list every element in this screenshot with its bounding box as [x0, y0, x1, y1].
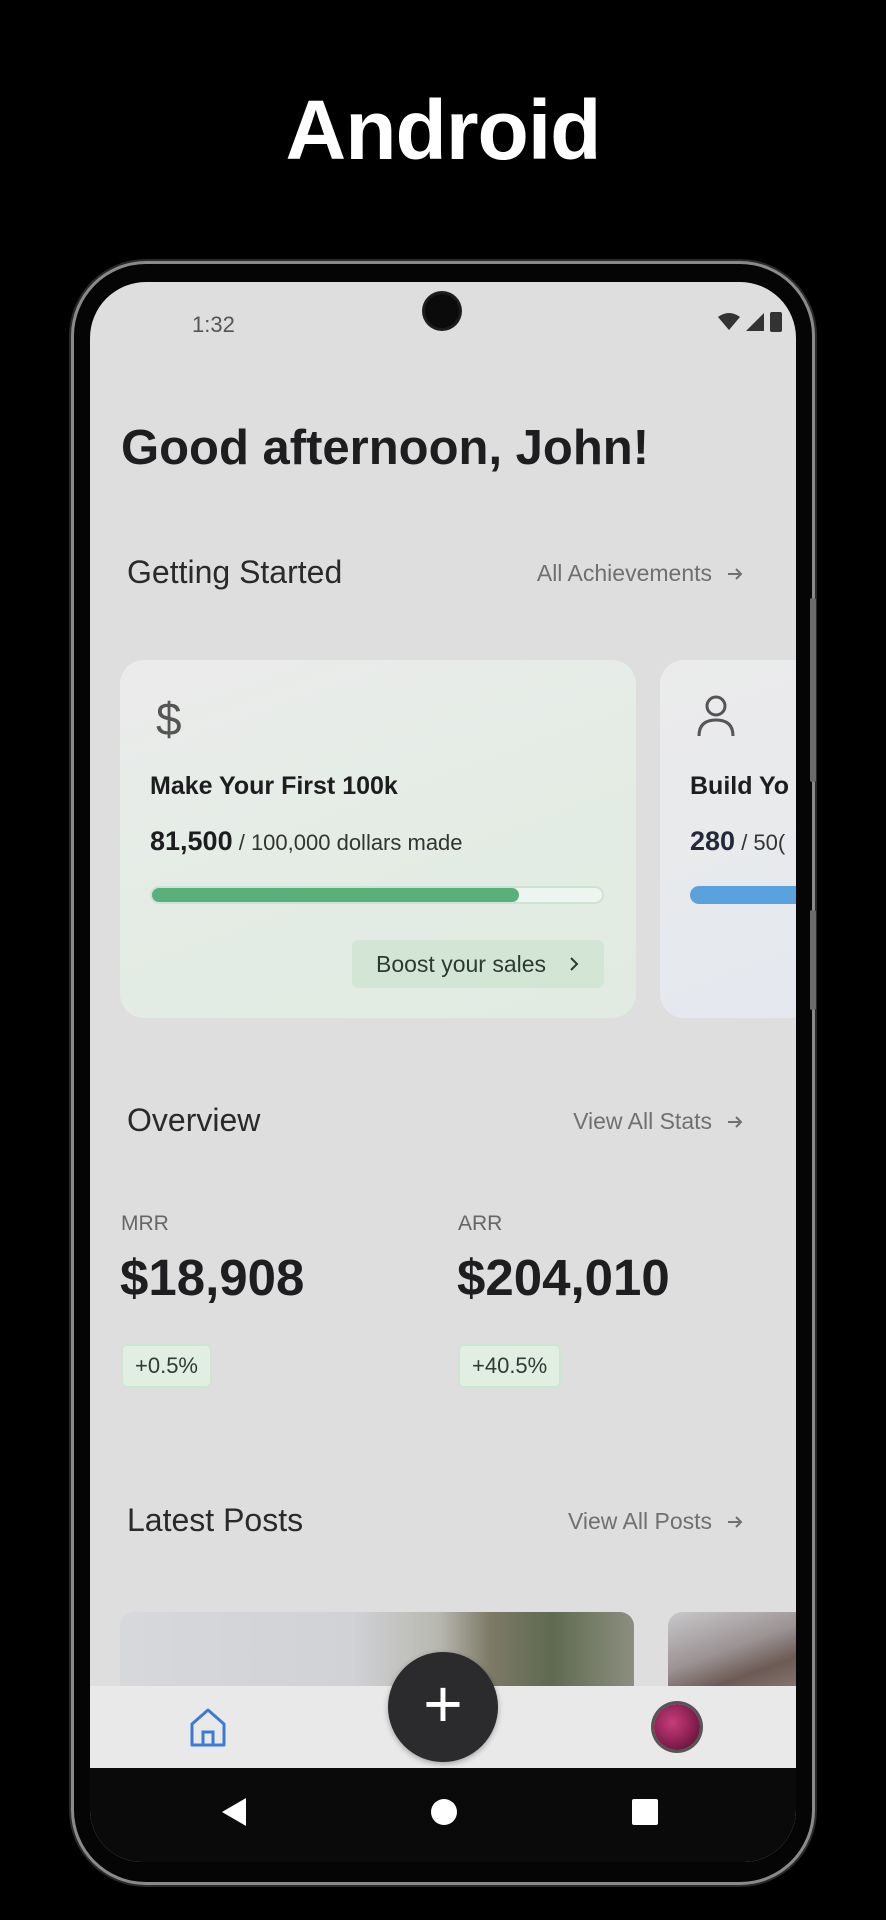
- power-button: [810, 598, 816, 782]
- phone-screen: 1:32 Good afternoon, John! Getting Start…: [90, 282, 796, 1862]
- progress-fill: [152, 888, 519, 902]
- arrow-right-icon: [728, 1115, 743, 1128]
- battery-icon: [770, 312, 782, 332]
- boost-sales-label: Boost your sales: [375, 950, 547, 977]
- achievement-progress-bar: [150, 886, 604, 904]
- back-icon[interactable]: [222, 1798, 246, 1826]
- post-thumbnail[interactable]: [120, 1612, 634, 1692]
- post-thumbnail[interactable]: [668, 1612, 796, 1692]
- achievement-current: 81,500: [150, 826, 233, 856]
- banner-title: Android: [285, 83, 602, 177]
- mrr-label: MRR: [121, 1212, 169, 1235]
- achievement-progress-text: 280 / 50(: [690, 826, 785, 857]
- achievement-progress-text: 81,500 / 100,000 dollars made: [150, 826, 463, 857]
- achievement-title: Make Your First 100k: [150, 772, 398, 800]
- home-circle-icon[interactable]: [431, 1799, 457, 1825]
- achievement-progress-bar: [690, 886, 796, 904]
- achievement-card[interactable]: $ Make Your First 100k 81,500 / 100,000 …: [120, 660, 636, 1018]
- view-all-stats-label: View All Stats: [573, 1108, 712, 1134]
- add-button[interactable]: +: [388, 1652, 498, 1762]
- add-icon: +: [423, 1666, 463, 1742]
- cellular-icon: [746, 313, 764, 331]
- avatar[interactable]: [654, 1704, 700, 1750]
- arr-change-badge: +40.5%: [458, 1344, 562, 1388]
- home-icon[interactable]: [188, 1706, 228, 1748]
- latest-posts-title: Latest Posts: [127, 1502, 304, 1538]
- achievement-current: 280: [690, 826, 736, 856]
- arr-value: $204,010: [457, 1249, 670, 1306]
- achievement-title: Build Yo: [690, 772, 790, 800]
- arrow-right-icon: [728, 1515, 743, 1528]
- greeting-heading: Good afternoon, John!: [121, 421, 650, 475]
- arr-label: ARR: [458, 1212, 503, 1235]
- volume-button: [810, 910, 816, 1010]
- achievement-target: / 100,000 dollars made: [238, 830, 463, 855]
- getting-started-title: Getting Started: [127, 554, 343, 590]
- view-all-posts-label: View All Posts: [567, 1508, 712, 1534]
- view-all-posts-link[interactable]: View All Posts: [568, 1508, 744, 1535]
- overview-title: Overview: [127, 1102, 261, 1138]
- user-icon: [697, 695, 735, 737]
- wifi-icon: [718, 313, 740, 330]
- achievement-card[interactable]: Build Yo 280 / 50(: [660, 660, 796, 1018]
- all-achievements-link[interactable]: All Achievements: [537, 560, 744, 587]
- camera-cutout: [425, 294, 459, 328]
- all-achievements-label: All Achievements: [536, 560, 712, 586]
- achievement-target: / 50(: [741, 830, 786, 855]
- recents-icon[interactable]: [632, 1799, 658, 1825]
- dollar-icon: $: [156, 693, 182, 745]
- status-icons: [718, 312, 782, 332]
- arrow-right-icon: [728, 567, 743, 580]
- chevron-right-icon: [570, 957, 579, 971]
- view-all-stats-link[interactable]: View All Stats: [573, 1108, 744, 1135]
- status-time: 1:32: [192, 312, 235, 337]
- mrr-change-badge: +0.5%: [121, 1344, 212, 1388]
- boost-sales-button[interactable]: Boost your sales: [352, 940, 604, 988]
- system-nav-bar: [90, 1768, 796, 1862]
- mrr-value: $18,908: [120, 1249, 305, 1306]
